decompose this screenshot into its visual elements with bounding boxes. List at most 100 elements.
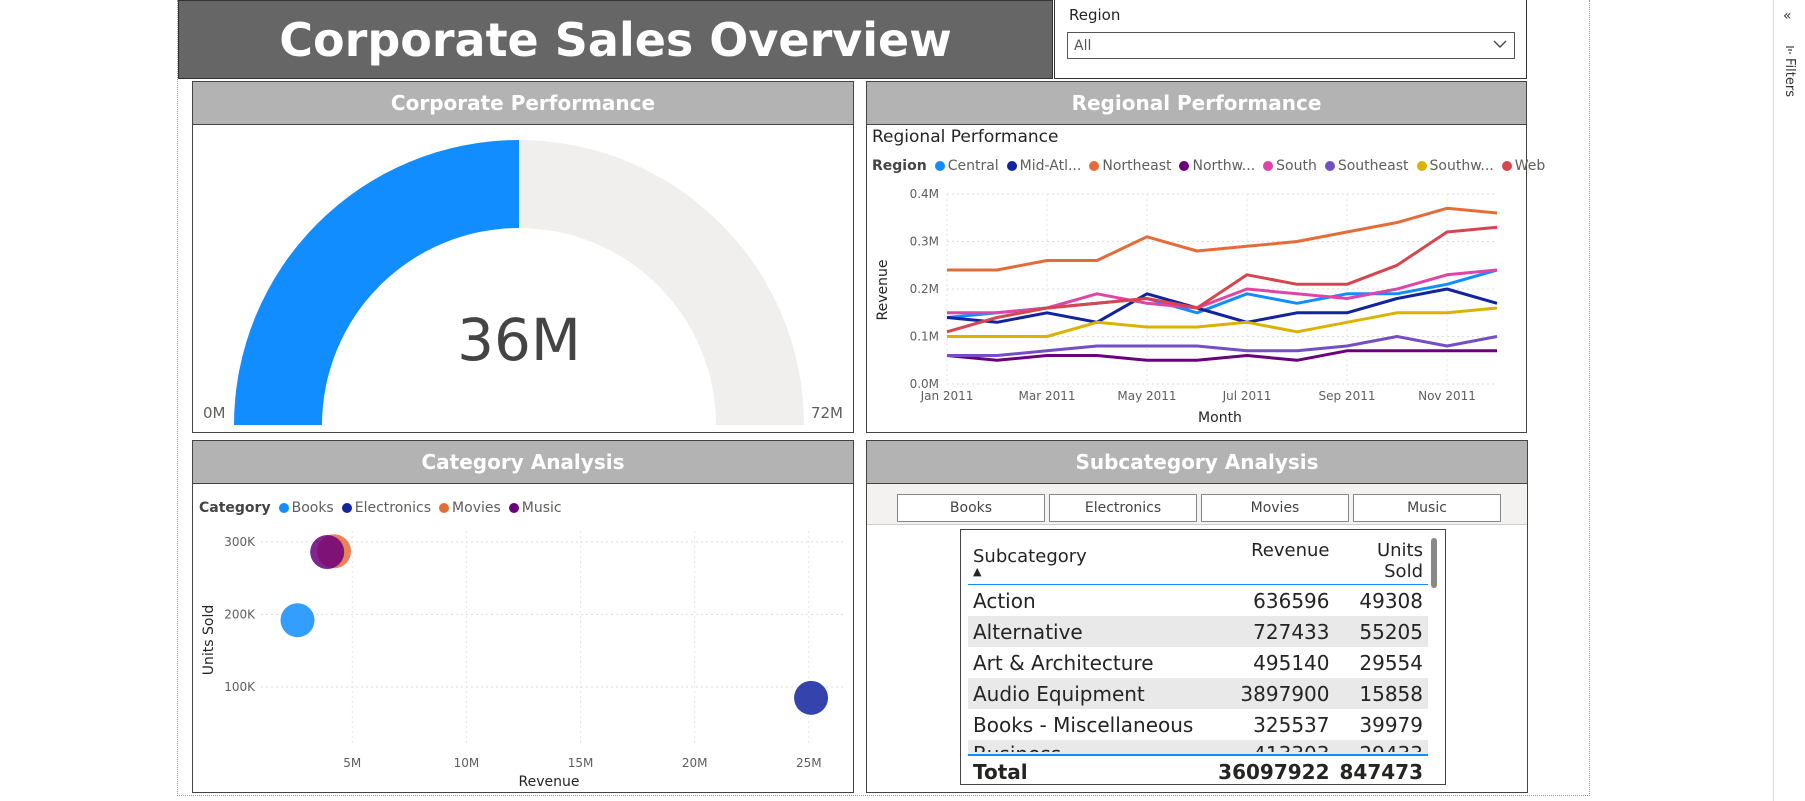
line-x-axis-title: Month xyxy=(1198,410,1242,426)
category-scatter-chart[interactable]: 100K 200K 300K 5M 10M 15M 20M 25M Revenue Unit… xyxy=(193,523,853,793)
scatter-x-tick-label: 5M xyxy=(343,756,361,770)
cell-revenue: 727433 xyxy=(1213,616,1335,647)
region-dropdown[interactable]: All xyxy=(1067,32,1515,59)
collapse-filters-icon[interactable]: « xyxy=(1783,8,1792,24)
legend-label: Web xyxy=(1514,158,1546,174)
region-legend-item[interactable]: Northeast xyxy=(1089,158,1171,174)
legend-dot-icon xyxy=(1416,161,1427,171)
table-row[interactable]: Alternative 727433 55205 xyxy=(968,616,1428,647)
table-row[interactable]: Art & Architecture 495140 29554 xyxy=(968,647,1428,678)
legend-label: Electronics xyxy=(354,500,432,516)
filters-pane[interactable]: « Filters xyxy=(1773,0,1805,801)
table-scrollbar[interactable] xyxy=(1431,538,1437,588)
legend-label: Mid-Atl... xyxy=(1019,158,1082,174)
table-row[interactable]: Books - Miscellaneous 325537 39979 xyxy=(968,709,1428,740)
gauge-chart[interactable]: 36M 0M 72M xyxy=(193,125,853,433)
region-legend-item[interactable]: Southw... xyxy=(1416,158,1494,174)
category-legend-item[interactable]: Books xyxy=(278,500,334,516)
legend-label: Central xyxy=(947,158,999,174)
legend-dot-icon xyxy=(1179,161,1190,171)
legend-label: Music xyxy=(521,500,562,516)
scatter-y-tick-label: 200K xyxy=(224,607,256,621)
category-legend-item[interactable]: Music xyxy=(508,500,562,516)
scatter-y-tick-label: 300K xyxy=(224,535,256,549)
line-y-axis-title: Revenue xyxy=(875,260,891,321)
category-legend-title: Category xyxy=(199,500,271,516)
region-legend-item[interactable]: Central xyxy=(934,158,999,174)
legend-label: South xyxy=(1276,158,1317,174)
chevron-down-icon xyxy=(1492,36,1508,56)
region-legend-item[interactable]: Web xyxy=(1501,158,1546,174)
legend-label: Northw... xyxy=(1192,158,1256,174)
scatter-x-tick-label: 25M xyxy=(796,756,822,770)
table-row[interactable]: Business 413303 29433 xyxy=(968,740,1428,755)
cell-revenue: 325537 xyxy=(1253,712,1330,737)
category-legend-item[interactable]: Electronics xyxy=(341,500,432,516)
scatter-y-tick-label: 100K xyxy=(224,680,256,694)
category-analysis-header: Category Analysis xyxy=(193,441,853,484)
filters-label: Filters xyxy=(1782,58,1797,97)
regional-chart-title: Regional Performance xyxy=(872,127,1059,147)
category-legend[interactable]: Category Books Electronics Movies Music xyxy=(199,500,570,516)
legend-dot-icon xyxy=(1501,161,1512,171)
legend-dot-icon xyxy=(508,503,519,513)
cell-subcategory: Art & Architecture xyxy=(973,650,1154,675)
region-slicer-label: Region xyxy=(1069,6,1121,24)
cell-subcategory: Alternative xyxy=(968,616,1214,647)
cell-units-sold: 15858 xyxy=(1334,678,1428,709)
gauge-value: 36M xyxy=(457,306,581,374)
column-header-revenue[interactable]: Revenue xyxy=(1213,536,1334,585)
total-revenue: 36097922 xyxy=(1213,754,1335,784)
column-header-units-sold[interactable]: Units Sold xyxy=(1335,536,1429,585)
music-button[interactable]: Music xyxy=(1353,494,1501,522)
scatter-x-tick-label: 10M xyxy=(454,756,480,770)
legend-dot-icon xyxy=(934,161,945,171)
cell-subcategory: Books - Miscellaneous xyxy=(973,712,1194,737)
cell-subcategory: Business xyxy=(968,740,1214,755)
legend-dot-icon xyxy=(278,503,289,513)
category-legend-item[interactable]: Movies xyxy=(439,500,501,516)
legend-label: Southw... xyxy=(1429,158,1494,174)
region-legend-item[interactable]: Northw... xyxy=(1179,158,1255,174)
scatter-x-tick-label: 15M xyxy=(568,756,594,770)
region-legend-item[interactable]: Southeast xyxy=(1324,158,1409,174)
report-title-bar: Corporate Sales Overview xyxy=(178,0,1053,79)
region-legend-item[interactable]: Mid-Atl... xyxy=(1006,158,1082,174)
subcategory-analysis-header: Subcategory Analysis xyxy=(867,441,1527,484)
series-line-southeast xyxy=(947,335,1498,357)
region-legend[interactable]: Region Central Mid-Atl... Northeast Northw.… xyxy=(872,158,1553,174)
legend-label: Northeast xyxy=(1102,158,1172,174)
regional-performance-panel: Regional Performance Regional Performanc… xyxy=(866,81,1545,433)
cell-revenue: 413303 xyxy=(1213,740,1335,755)
subcategory-table[interactable]: Subcategory ▲ Revenue Units Sold Action … xyxy=(960,529,1446,785)
table-row[interactable]: Audio Equipment 3897900 15858 xyxy=(968,678,1428,709)
cell-units-sold: 39979 xyxy=(1359,712,1423,737)
region-legend-item[interactable]: South xyxy=(1263,158,1317,174)
table-row[interactable]: Action 636596 49308 xyxy=(968,585,1428,617)
corporate-performance-title: Corporate Performance xyxy=(390,91,656,115)
books-button[interactable]: Books xyxy=(897,494,1045,522)
gauge-max-label: 72M xyxy=(811,404,843,422)
legend-dot-icon xyxy=(439,503,450,513)
legend-label: Books xyxy=(291,500,334,516)
legend-dot-icon xyxy=(1263,161,1274,171)
cell-revenue: 495140 xyxy=(1253,650,1330,675)
line-x-tick-label: Mar 2011 xyxy=(1019,389,1076,403)
cell-revenue: 636596 xyxy=(1253,588,1330,613)
category-analysis-title: Category Analysis xyxy=(421,450,625,474)
column-header-subcategory[interactable]: Subcategory ▲ xyxy=(968,536,1213,585)
table-total-row: Total 36097922 847473 xyxy=(968,754,1428,784)
line-x-tick-label: Jul 2011 xyxy=(1222,389,1272,403)
gauge-min-label: 0M xyxy=(203,404,226,422)
movies-button[interactable]: Movies xyxy=(1201,494,1349,522)
legend-dot-icon xyxy=(1089,161,1100,171)
regional-line-chart[interactable]: 0.0M0.1M0.2M0.3M0.4M Jan 2011 Mar 2011 May… xyxy=(867,182,1526,432)
report-title: Corporate Sales Overview xyxy=(279,12,952,67)
scatter-point-books xyxy=(280,603,315,638)
subcategory-analysis-title: Subcategory Analysis xyxy=(1075,450,1319,474)
scatter-x-axis-title: Revenue xyxy=(519,774,580,790)
electronics-button[interactable]: Electronics xyxy=(1049,494,1197,522)
legend-dot-icon xyxy=(1324,161,1335,171)
total-units-sold: 847473 xyxy=(1334,754,1428,784)
legend-dot-icon xyxy=(341,503,352,513)
